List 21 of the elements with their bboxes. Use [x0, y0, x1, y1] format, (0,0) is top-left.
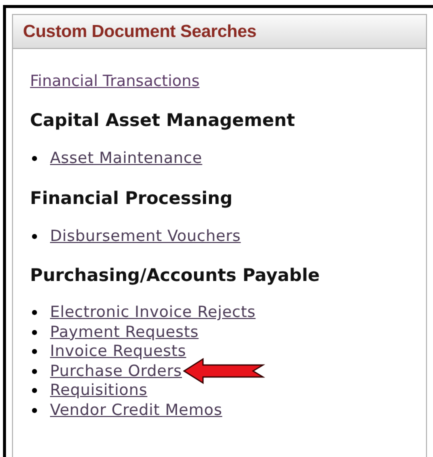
bullet-icon [32, 408, 37, 413]
section-heading: Capital Asset Management [30, 110, 296, 132]
link[interactable]: Requisitions [50, 381, 148, 400]
link[interactable]: Payment Requests [50, 322, 199, 342]
bullet-icon [32, 330, 37, 335]
bullet-icon [32, 156, 37, 162]
link[interactable]: Financial Transactions [30, 71, 200, 91]
link[interactable]: Asset Maintenance [50, 149, 202, 168]
link[interactable]: Purchase Orders [50, 362, 182, 381]
panel-title: Custom Document Searches [23, 20, 256, 44]
bullet-icon [32, 388, 37, 394]
link[interactable]: Invoice Requests [50, 342, 186, 362]
bullet-icon [32, 310, 37, 316]
bullet-icon [32, 234, 37, 239]
bullet-icon [32, 349, 37, 354]
section-heading: Purchasing/Accounts Payable [30, 265, 321, 287]
link[interactable]: Vendor Credit Memos [50, 400, 222, 420]
link[interactable]: Disbursement Vouchers [50, 226, 241, 246]
link[interactable]: Electronic Invoice Rejects [50, 303, 256, 322]
section-heading: Financial Processing [30, 188, 234, 210]
bullet-icon [32, 368, 37, 374]
